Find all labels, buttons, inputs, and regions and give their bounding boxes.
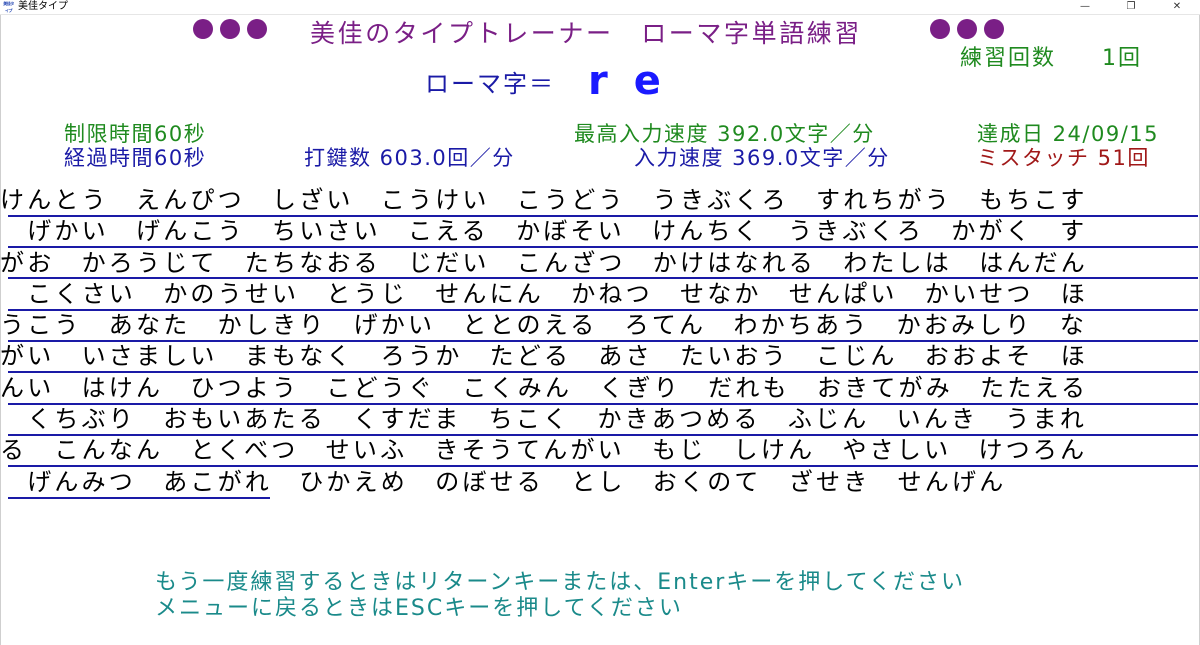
typed-underline [8,215,1198,217]
app-icon: 美佳タイプ [3,1,14,13]
decor-dot [957,19,977,39]
practice-count-label: 練習回数 [960,46,1057,71]
typed-underline [8,434,1198,436]
typed-underline [8,465,1198,467]
app-icon-text: 美佳タイプ [3,1,14,13]
input-speed: 入力速度 369.0文字／分 [634,146,890,170]
decor-dot [220,19,240,39]
romaji-label: ローマ字＝ [425,70,555,98]
typed-underline [8,246,1198,248]
decor-dot [984,19,1004,39]
close-button[interactable]: ✕ [1154,0,1200,14]
practice-count-value: 1回 [1102,46,1143,71]
window-controls: — ❐ ✕ [1062,0,1200,14]
word-line: がお かろうじて たちなおる じだい こんざつ かけはなれる わたしは はんだん [0,249,1088,277]
word-line: がい いさましい まもなく ろうか たどる あさ たいおう こじん おおよそ ほ [0,342,1088,370]
maximize-button[interactable]: ❐ [1108,0,1154,14]
decor-dot [193,19,213,39]
window-title: 美佳タイプ [18,1,68,12]
word-line: る こんなん とくべつ せいふ きそうてんがい もじ しけん やさしい けつろん [0,436,1088,464]
app-title: 美佳のタイプトレーナー ローマ字単語練習 [310,19,863,48]
title-dots-right [930,19,1004,39]
word-line: くちぶり おもいあたる くすだま ちこく かきあつめる ふじん いんき うまれ [0,405,1088,433]
typed-underline [8,340,1198,342]
minimize-button[interactable]: — [1062,0,1108,14]
typed-underline [8,277,1198,279]
typed-underline [8,403,1198,405]
typed-underline [8,309,1198,311]
menu-instruction: メニューに戻るときはESCキーを押してください [155,596,683,621]
elapsed-time: 経過時間60秒 [64,146,207,170]
word-line: けんとう えんぴつ しざい こうけい こうどう うきぶくろ すれちがう もちこす [0,186,1088,214]
typed-underline [8,371,1198,373]
typed-underline-partial [8,497,270,499]
word-line: うこう あなた かしきり げかい ととのえる ろてん わかちあう かおみしり な [0,311,1088,339]
practice-count: 練習回数 1回 [960,40,1142,72]
decor-dot [247,19,267,39]
title-dots-left [193,19,267,39]
decor-dot [930,19,950,39]
word-line: げかい げんこう ちいさい こえる かぼそい けんちく うきぶくろ かがく す [0,217,1088,245]
word-line: んい はけん ひつよう こどうぐ こくみん くぎり だれも おきてがみ たたえる [0,374,1089,402]
mistouch-count: ミスタッチ 51回 [977,146,1150,170]
word-line: こくさい かのうせい とうじ せんにん かねつ せなか せんぱい かいせつ ほ [0,280,1088,308]
romaji-target: re [588,58,687,104]
word-line: げんみつ あこがれ ひかえめ のぼせる とし おくのて ざせき せんげん [0,468,1007,496]
keystroke-rate: 打鍵数 603.0回／分 [304,146,515,170]
window-title-bar[interactable]: 美佳タイプ 美佳タイプ — ❐ ✕ [0,0,1200,15]
